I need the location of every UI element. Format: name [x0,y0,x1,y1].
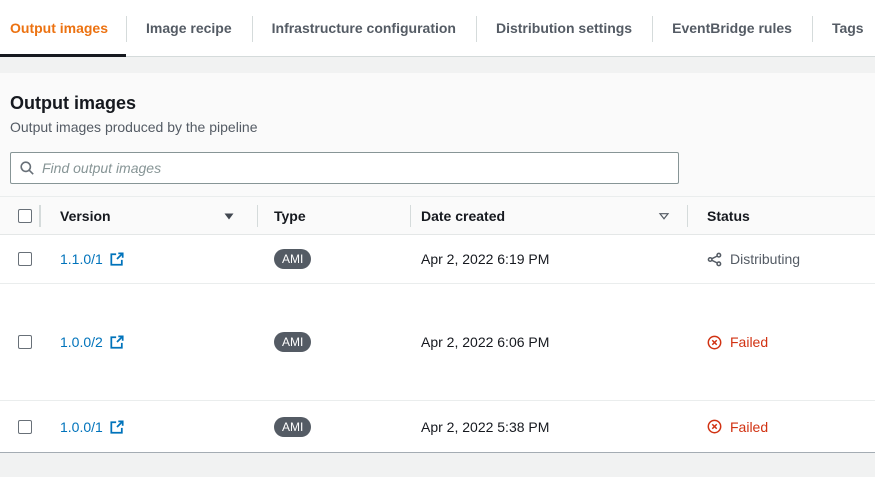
version-link[interactable]: 1.0.0/2 [60,334,103,350]
row-select-cell [0,284,40,400]
sort-descending-filled-icon [223,210,235,222]
tab-image-recipe[interactable]: Image recipe [126,0,252,56]
sort-descending-outline-icon [658,210,670,222]
external-link-icon[interactable] [110,335,124,349]
tab-label: Infrastructure configuration [272,20,456,36]
external-link-icon[interactable] [110,252,124,266]
type-badge: AMI [274,332,311,352]
external-link-icon[interactable] [110,420,124,434]
type-badge: AMI [274,249,311,269]
version-cell: 1.1.0/1 [40,235,257,283]
version-cell: 1.0.0/2 [40,284,257,400]
column-header-status[interactable]: Status [687,197,875,234]
date-created-cell: Apr 2, 2022 6:06 PM [410,284,687,400]
tab-bar: Output images Image recipe Infrastructur… [0,0,875,57]
tab-distribution-settings[interactable]: Distribution settings [476,0,652,56]
row-checkbox[interactable] [18,335,32,349]
status-cell: Distributing [687,235,875,283]
output-images-table: Version Type Date created Status [0,196,875,452]
page-title: Output images [10,92,865,114]
status-label: Failed [730,419,768,435]
table-row: 1.1.0/1 AMI Apr 2, 2022 6:19 PM [0,235,875,283]
column-header-version[interactable]: Version [40,197,257,234]
page-description: Output images produced by the pipeline [10,117,865,137]
version-cell: 1.0.0/1 [40,401,257,452]
row-checkbox[interactable] [18,252,32,266]
status-label: Distributing [730,251,800,267]
tab-label: Output images [10,20,108,36]
type-cell: AMI [257,401,410,452]
panel-header: Output images Output images produced by … [0,73,875,137]
version-link[interactable]: 1.0.0/1 [60,419,103,435]
table-header-row: Version Type Date created Status [0,196,875,235]
tab-label: Distribution settings [496,20,632,36]
output-images-panel: Output images Output images produced by … [0,73,875,452]
status-cell: Failed [687,284,875,400]
status-label: Failed [730,334,768,350]
date-created-cell: Apr 2, 2022 6:19 PM [410,235,687,283]
tab-tags[interactable]: Tags [812,0,875,56]
tab-label: EventBridge rules [672,20,792,36]
row-select-cell [0,401,40,452]
type-cell: AMI [257,235,410,283]
tab-label: Image recipe [146,20,232,36]
table-row: 1.0.0/2 AMI Apr 2, 2022 6:06 PM [0,283,875,400]
error-icon [707,335,722,350]
select-all-cell [0,197,40,234]
column-header-type[interactable]: Type [257,197,410,234]
column-header-date-created[interactable]: Date created [410,197,687,234]
type-cell: AMI [257,284,410,400]
tab-eventbridge-rules[interactable]: EventBridge rules [652,0,812,56]
column-label: Version [60,208,111,224]
tab-output-images[interactable]: Output images [0,0,126,56]
select-all-checkbox[interactable] [18,209,32,223]
row-select-cell [0,235,40,283]
bottom-band [0,452,875,477]
share-icon [707,252,722,267]
date-created-cell: Apr 2, 2022 5:38 PM [410,401,687,452]
error-icon [707,419,722,434]
tab-infrastructure-configuration[interactable]: Infrastructure configuration [252,0,476,56]
page-gap-band [0,57,875,73]
row-checkbox[interactable] [18,420,32,434]
tab-label: Tags [832,20,864,36]
column-label: Date created [421,208,505,224]
search-input[interactable] [10,152,679,184]
search-box [10,152,679,184]
status-cell: Failed [687,401,875,452]
column-label: Status [707,208,750,224]
column-label: Type [274,208,306,224]
version-link[interactable]: 1.1.0/1 [60,251,103,267]
type-badge: AMI [274,417,311,437]
table-row: 1.0.0/1 AMI Apr 2, 2022 5:38 PM [0,400,875,452]
